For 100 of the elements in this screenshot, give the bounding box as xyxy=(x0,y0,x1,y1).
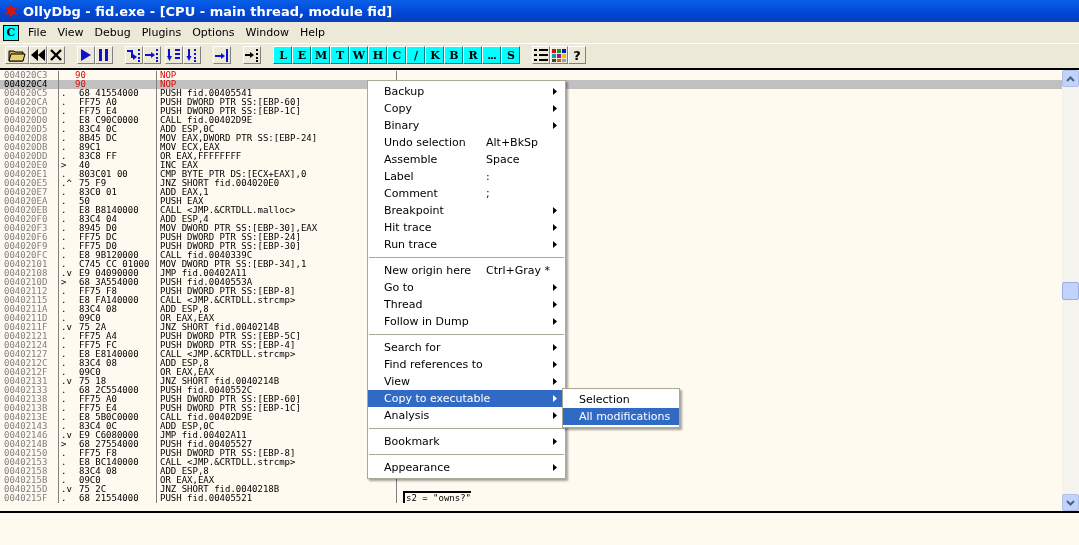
window-letter-button[interactable]: S xyxy=(501,46,520,64)
address-cell[interactable]: 004020DB xyxy=(0,143,59,152)
window-letter-button[interactable]: L xyxy=(273,46,292,64)
address-cell[interactable]: 004020C5 xyxy=(0,89,59,98)
hex-bytes-cell-text: 75 F9 xyxy=(79,179,108,188)
window-letter-button[interactable]: W xyxy=(349,46,368,64)
address-cell[interactable]: 004020FC xyxy=(0,251,59,260)
address-cell[interactable]: 004020E1 xyxy=(0,170,59,179)
window-letter-button[interactable]: K xyxy=(425,46,444,64)
address-cell[interactable]: 0040210D xyxy=(0,278,59,287)
address-cell[interactable]: 00402138 xyxy=(0,395,59,404)
address-cell[interactable]: 0040211A xyxy=(0,305,59,314)
address-cell[interactable]: 0040215D xyxy=(0,485,59,494)
address-cell[interactable]: 00402133 xyxy=(0,386,59,395)
address-cell[interactable]: 004020EB xyxy=(0,206,59,215)
window-letter-button[interactable]: H xyxy=(368,46,387,64)
submenu-item[interactable]: Selection xyxy=(563,391,679,408)
address-cell[interactable]: 00402143 xyxy=(0,422,59,431)
address-cell[interactable]: 00402153 xyxy=(0,458,59,467)
address-cell[interactable]: 0040211D xyxy=(0,314,59,323)
address-cell[interactable]: 004020CD xyxy=(0,107,59,116)
address-cell[interactable]: 004020CA xyxy=(0,98,59,107)
submenu-item[interactable]: All modifications xyxy=(563,408,679,425)
scroll-up-button[interactable] xyxy=(1062,70,1079,87)
pause-button[interactable] xyxy=(95,46,113,64)
scroll-down-button[interactable] xyxy=(1062,494,1079,511)
address-cell[interactable]: 00402131 xyxy=(0,377,59,386)
address-cell[interactable]: 004020E5 xyxy=(0,179,59,188)
address-cell[interactable]: 004020EA xyxy=(0,197,59,206)
address-cell[interactable]: 00402158 xyxy=(0,467,59,476)
address-cell[interactable]: 004020E0 xyxy=(0,161,59,170)
execute-till-return-button[interactable] xyxy=(213,46,231,64)
address-cell[interactable]: 00402121 xyxy=(0,332,59,341)
hex-bytes-cell-text: E8 BC140000 xyxy=(79,458,140,467)
menu-item[interactable]: Debug xyxy=(90,26,138,39)
menu-item[interactable]: File xyxy=(24,26,54,39)
cpu-window-button[interactable]: C xyxy=(3,24,19,41)
jump-marker: . xyxy=(60,359,68,368)
jump-marker: . xyxy=(60,458,68,467)
address-cell[interactable]: 00402146 xyxy=(0,431,59,440)
trace-button[interactable] xyxy=(243,46,261,64)
address-cell[interactable]: 00402115 xyxy=(0,296,59,305)
address-cell[interactable]: 00402150 xyxy=(0,449,59,458)
hex-bytes-cell-text: 75 2C xyxy=(79,485,108,494)
scroll-thumb[interactable] xyxy=(1062,281,1079,300)
vertical-scrollbar[interactable] xyxy=(1062,70,1079,511)
address-cell[interactable]: 0040212C xyxy=(0,359,59,368)
address-cell[interactable]: 00402112 xyxy=(0,287,59,296)
address-cell[interactable]: 004020D0 xyxy=(0,116,59,125)
run-button[interactable] xyxy=(77,46,95,64)
hex-bytes-cell-text: 83C0 01 xyxy=(79,188,118,197)
context-menu-item[interactable]: Copy to executable xyxy=(368,390,565,407)
address-cell[interactable]: 004020E7 xyxy=(0,188,59,197)
window-letter-button[interactable]: ... xyxy=(482,46,501,64)
address-cell[interactable]: 00402127 xyxy=(0,350,59,359)
address-cell[interactable]: 004020F6 xyxy=(0,233,59,242)
window-letter-button[interactable]: / xyxy=(406,46,425,64)
address-cell[interactable]: 004020C4 xyxy=(0,80,59,89)
animate-over-button[interactable] xyxy=(183,46,201,64)
window-letter-button[interactable]: M xyxy=(311,46,330,64)
address-cell[interactable]: 0040212F xyxy=(0,368,59,377)
window-letter-button[interactable]: E xyxy=(292,46,311,64)
address-cell[interactable]: 0040215F xyxy=(0,494,59,503)
animate-into-button[interactable] xyxy=(165,46,183,64)
window-letter-button[interactable]: R xyxy=(463,46,482,64)
address-cell[interactable]: 004020DD xyxy=(0,152,59,161)
jump-marker: . xyxy=(60,260,68,269)
window-letter-button[interactable]: T xyxy=(330,46,349,64)
address-cell[interactable]: 0040211F xyxy=(0,323,59,332)
step-into-button[interactable] xyxy=(125,46,143,64)
restart-button[interactable] xyxy=(29,46,47,64)
address-cell[interactable]: 0040213B xyxy=(0,404,59,413)
address-cell[interactable]: 0040213E xyxy=(0,413,59,422)
address-cell[interactable]: 004020D8 xyxy=(0,134,59,143)
menu-item[interactable]: Help xyxy=(295,26,333,39)
menu-item[interactable]: View xyxy=(53,26,91,39)
address-cell[interactable]: 004020F0 xyxy=(0,215,59,224)
menu-item[interactable]: Window xyxy=(241,26,296,39)
address-cell[interactable]: 0040214B xyxy=(0,440,59,449)
address-cell[interactable]: 00402124 xyxy=(0,341,59,350)
step-over-button[interactable] xyxy=(143,46,161,64)
window-letter-button[interactable]: B xyxy=(444,46,463,64)
list-button[interactable] xyxy=(532,46,550,64)
colors-button[interactable] xyxy=(550,46,568,64)
address-cell[interactable]: 00402108 xyxy=(0,269,59,278)
menu-item[interactable]: Options xyxy=(188,26,242,39)
address-cell[interactable]: 0040215B xyxy=(0,476,59,485)
address-cell[interactable]: 004020F3 xyxy=(0,224,59,233)
window-letter-button[interactable]: C xyxy=(387,46,406,64)
hex-bytes-cell-text: E8 5B0C0000 xyxy=(79,413,140,422)
address-cell[interactable]: 004020F9 xyxy=(0,242,59,251)
hex-bytes-cell-text: 68 41554000 xyxy=(79,89,140,98)
jump-marker: . xyxy=(60,476,68,485)
open-button[interactable] xyxy=(5,46,29,64)
menu-item[interactable]: Plugins xyxy=(137,26,189,39)
help-button[interactable]: ? xyxy=(568,46,586,64)
close-button[interactable] xyxy=(47,46,65,64)
close-icon xyxy=(50,49,62,61)
address-cell[interactable]: 004020D5 xyxy=(0,125,59,134)
address-cell[interactable]: 00402101 xyxy=(0,260,59,269)
